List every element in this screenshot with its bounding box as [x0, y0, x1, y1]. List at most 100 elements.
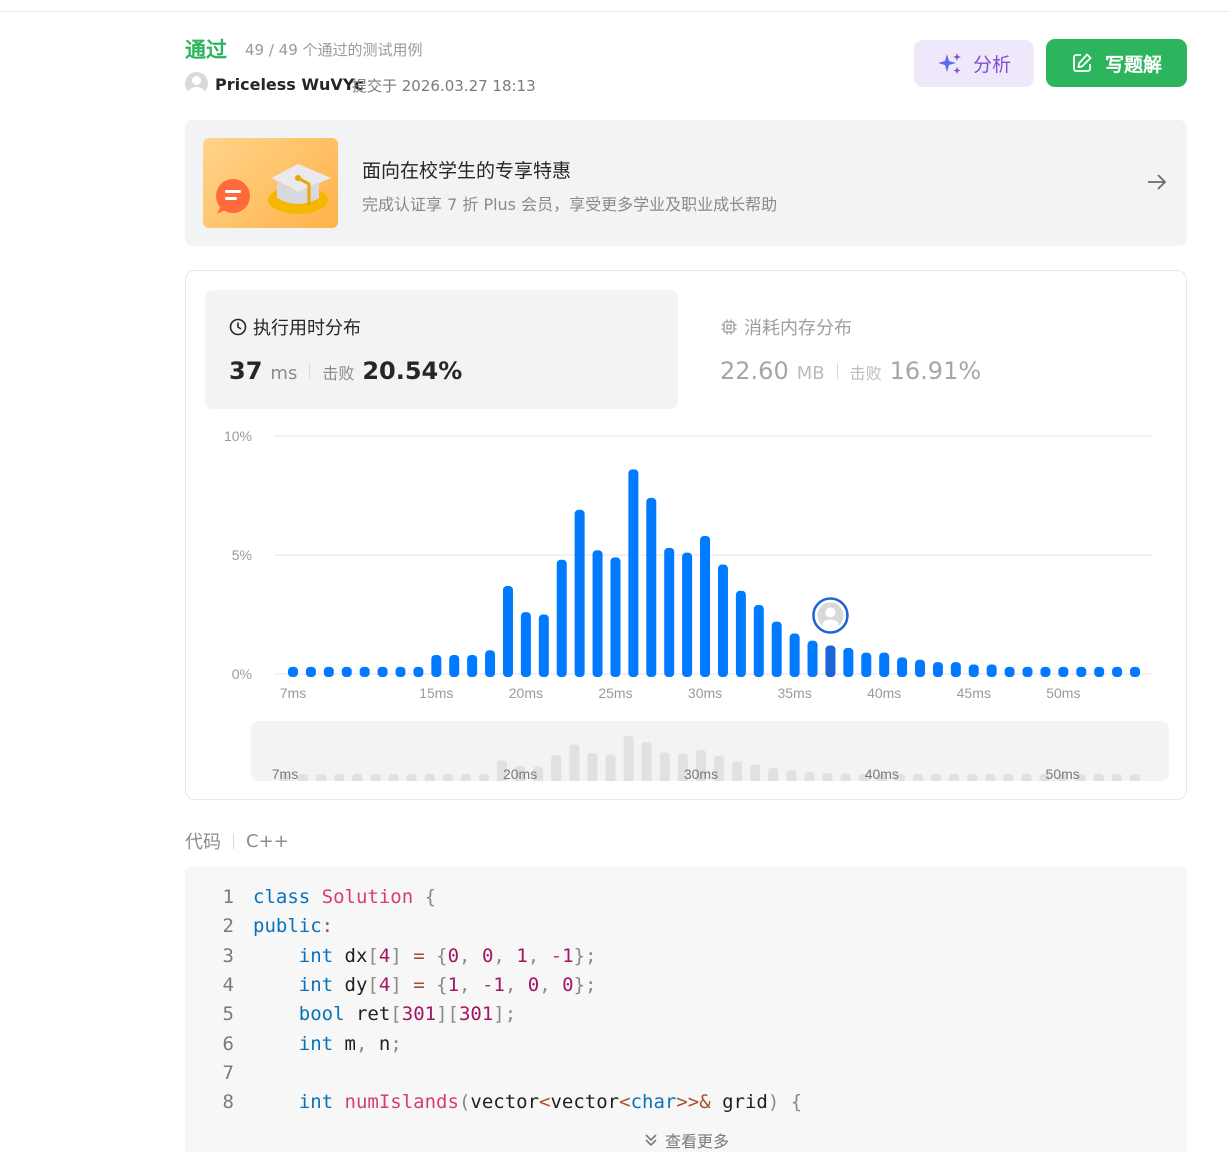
code-token: int — [298, 1091, 334, 1114]
chart-bar[interactable] — [288, 666, 298, 677]
chart-bar[interactable] — [968, 664, 979, 677]
chart-bar[interactable] — [413, 666, 424, 677]
show-more-label: 查看更多 — [664, 1132, 729, 1151]
chart-bar[interactable] — [1040, 666, 1051, 677]
chart-bar[interactable] — [1004, 666, 1015, 677]
code-token: 301 — [458, 1003, 494, 1026]
chart-bar[interactable] — [341, 666, 352, 677]
code-line: 3 int dx[4] = {0, 0, 1, -1}; — [185, 944, 597, 974]
chart-bar[interactable] — [467, 654, 478, 677]
minimap-bar — [949, 774, 960, 781]
minimap-bar — [298, 774, 309, 781]
chart-bar[interactable] — [664, 547, 675, 677]
chart-bar[interactable] — [377, 666, 388, 677]
minimap-bar — [786, 770, 797, 781]
chart-bar[interactable] — [843, 647, 854, 677]
memory-beat-percent: 16.91% — [889, 357, 982, 385]
chart-bar[interactable] — [789, 633, 800, 677]
analyze-button[interactable]: 分析 — [914, 40, 1034, 87]
minimap-bar — [1111, 774, 1122, 781]
chart-bar[interactable] — [700, 535, 711, 677]
chart-bar[interactable] — [879, 652, 890, 677]
chart-bar[interactable] — [771, 621, 782, 677]
chart-bar[interactable] — [1094, 666, 1105, 677]
code-token: 4 — [378, 944, 391, 967]
chart-bar[interactable] — [717, 564, 728, 677]
chart-bar[interactable] — [1076, 666, 1087, 677]
test-case-summary: 49 / 49 个通过的测试用例 — [245, 41, 423, 59]
code-token: , — [459, 944, 471, 967]
my-submission-marker[interactable] — [812, 597, 849, 634]
chart-bar[interactable] — [932, 662, 943, 677]
minimap-tick-label: 50ms — [1046, 766, 1080, 781]
minimap-bar — [334, 774, 345, 781]
chart-range-slider[interactable]: 7ms 20ms 30ms 40ms 50ms — [251, 721, 1169, 781]
code-token: class — [253, 886, 311, 908]
username[interactable]: Priceless WuVYc — [215, 75, 364, 94]
code-token: { — [424, 886, 437, 908]
promo-title: 面向在校学生的专享特惠 — [362, 160, 572, 182]
code-token: m — [333, 1032, 356, 1055]
chart-bar[interactable] — [753, 604, 764, 677]
code-line: 5 bool ret[301][301]; — [185, 1003, 517, 1032]
minimap-tick-label: 20ms — [503, 766, 537, 781]
promo-subtitle: 完成认证享 7 折 Plus 会员，享受更多学业及职业成长帮助 — [362, 195, 778, 214]
sparkle-icon — [937, 52, 961, 74]
memory-tab[interactable]: 消耗内存分布 22.60 MB 击败 16.91% — [716, 290, 1156, 409]
chart-bar[interactable] — [574, 509, 585, 677]
memory-label: 消耗内存分布 — [744, 318, 852, 339]
line-number: 1 — [222, 886, 234, 908]
chart-bar[interactable] — [861, 652, 872, 677]
code-token: , — [355, 1032, 368, 1055]
student-promo-banner[interactable]: 面向在校学生的专享特惠 完成认证享 7 折 Plus 会员，享受更多学业及职业成… — [185, 120, 1187, 246]
chart-bar[interactable] — [915, 659, 926, 677]
chart-bar[interactable] — [610, 557, 621, 677]
chart-bar[interactable] — [556, 559, 567, 677]
chart-bar[interactable] — [485, 650, 496, 677]
graduation-cap-illustration — [203, 138, 338, 228]
chart-bar[interactable] — [449, 654, 460, 677]
chart-bar[interactable] — [1112, 666, 1123, 677]
chart-bar[interactable] — [305, 666, 316, 677]
show-more-button[interactable]: 查看更多 — [185, 1128, 1187, 1152]
chart-bar[interactable] — [395, 666, 406, 677]
minimap-bar — [587, 753, 598, 781]
arrow-right-icon[interactable] — [1145, 170, 1169, 194]
chart-bar[interactable] — [735, 590, 746, 677]
code-token: ]; — [493, 1003, 517, 1026]
write-solution-button[interactable]: 写题解 — [1046, 39, 1187, 87]
chart-bar[interactable] — [628, 469, 639, 677]
minimap-bar — [460, 774, 471, 781]
chart-bar[interactable] — [538, 614, 549, 678]
runtime-distribution-chart[interactable]: 10% 5% 0% 7ms 15ms 20ms 25ms 30ms 35ms 40ms 45ms 50… — [186, 421, 1186, 721]
minimap-bar — [551, 755, 562, 781]
chart-bar[interactable] — [646, 497, 657, 677]
chart-bar[interactable] — [1058, 666, 1069, 677]
chart-bar[interactable] — [897, 657, 908, 677]
chart-bar[interactable] — [323, 666, 334, 677]
chart-bar[interactable] — [682, 552, 693, 677]
minimap-bar — [569, 744, 580, 781]
code-token: 0 — [527, 973, 540, 996]
chart-bar[interactable] — [502, 585, 513, 677]
chart-bar[interactable] — [520, 612, 531, 677]
chart-bar[interactable] — [986, 664, 997, 677]
chart-bar[interactable] — [359, 666, 370, 677]
chart-bar[interactable] — [592, 550, 603, 677]
chart-bar[interactable] — [1130, 666, 1140, 677]
chart-bar[interactable] — [807, 640, 818, 677]
header-divider — [233, 833, 234, 849]
chart-bar[interactable] — [950, 662, 961, 677]
runtime-tab[interactable]: 执行用时分布 37 ms 击败 20.54% — [205, 290, 678, 409]
chart-bar[interactable] — [1022, 666, 1033, 677]
code-viewer[interactable]: 1 class Solution {2 public:3 int dx[4] = {… — [185, 866, 1187, 1152]
chart-bar[interactable] — [825, 645, 836, 677]
user-avatar[interactable] — [185, 72, 208, 95]
code-line: 1 class Solution { — [185, 886, 437, 915]
chart-bar[interactable] — [431, 654, 442, 677]
code-token: ] — [390, 944, 402, 967]
minimap-bar — [370, 774, 381, 781]
